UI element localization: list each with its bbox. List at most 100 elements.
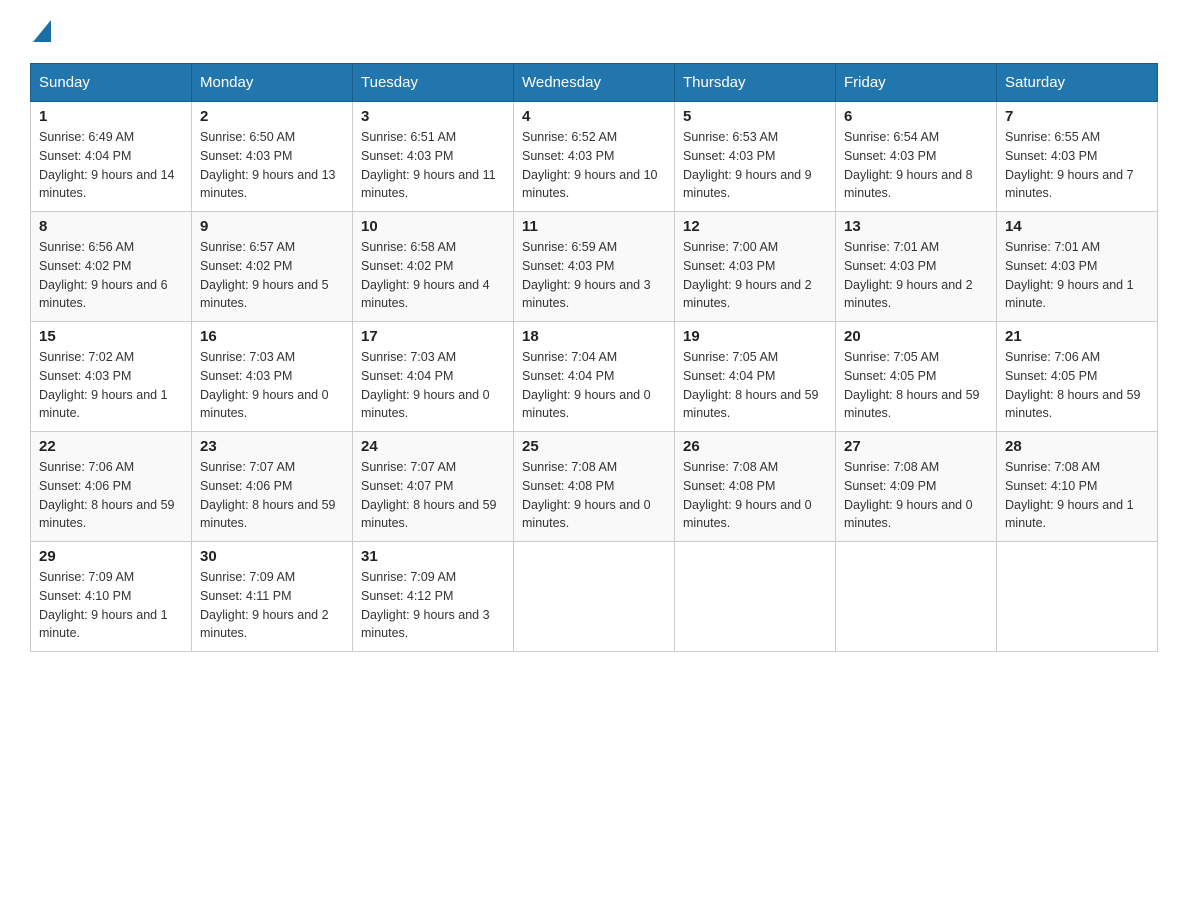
day-info: Sunrise: 7:07 AM Sunset: 4:07 PM Dayligh…: [361, 458, 505, 533]
day-number: 26: [683, 438, 827, 455]
daylight-duration: Daylight: 9 hours and 0 minutes.: [683, 498, 812, 531]
sunrise-time: Sunrise: 6:50 AM: [200, 130, 295, 144]
day-number: 23: [200, 438, 344, 455]
sunrise-time: Sunrise: 7:08 AM: [1005, 460, 1100, 474]
daylight-duration: Daylight: 9 hours and 1 minute.: [39, 388, 168, 421]
sunrise-time: Sunrise: 7:01 AM: [844, 240, 939, 254]
calendar-cell: 13 Sunrise: 7:01 AM Sunset: 4:03 PM Dayl…: [836, 212, 997, 322]
day-number: 2: [200, 108, 344, 125]
daylight-duration: Daylight: 9 hours and 14 minutes.: [39, 168, 175, 201]
day-number: 29: [39, 548, 183, 565]
calendar-cell: 29 Sunrise: 7:09 AM Sunset: 4:10 PM Dayl…: [31, 542, 192, 652]
sunset-time: Sunset: 4:10 PM: [39, 589, 131, 603]
day-info: Sunrise: 7:08 AM Sunset: 4:08 PM Dayligh…: [522, 458, 666, 533]
calendar-cell: 19 Sunrise: 7:05 AM Sunset: 4:04 PM Dayl…: [675, 322, 836, 432]
sunset-time: Sunset: 4:03 PM: [522, 259, 614, 273]
day-number: 1: [39, 108, 183, 125]
sunrise-time: Sunrise: 6:59 AM: [522, 240, 617, 254]
sunrise-time: Sunrise: 7:06 AM: [1005, 350, 1100, 364]
calendar-cell: 20 Sunrise: 7:05 AM Sunset: 4:05 PM Dayl…: [836, 322, 997, 432]
calendar-header-row: Sunday Monday Tuesday Wednesday Thursday…: [31, 64, 1158, 102]
calendar-cell: 23 Sunrise: 7:07 AM Sunset: 4:06 PM Dayl…: [192, 432, 353, 542]
day-info: Sunrise: 6:59 AM Sunset: 4:03 PM Dayligh…: [522, 238, 666, 313]
calendar-cell: 5 Sunrise: 6:53 AM Sunset: 4:03 PM Dayli…: [675, 102, 836, 212]
col-monday: Monday: [192, 64, 353, 102]
calendar-cell: 17 Sunrise: 7:03 AM Sunset: 4:04 PM Dayl…: [353, 322, 514, 432]
day-info: Sunrise: 6:56 AM Sunset: 4:02 PM Dayligh…: [39, 238, 183, 313]
calendar-cell: 25 Sunrise: 7:08 AM Sunset: 4:08 PM Dayl…: [514, 432, 675, 542]
calendar-cell: 24 Sunrise: 7:07 AM Sunset: 4:07 PM Dayl…: [353, 432, 514, 542]
sunrise-time: Sunrise: 7:09 AM: [361, 570, 456, 584]
day-info: Sunrise: 7:08 AM Sunset: 4:10 PM Dayligh…: [1005, 458, 1149, 533]
daylight-duration: Daylight: 9 hours and 10 minutes.: [522, 168, 658, 201]
day-number: 11: [522, 218, 666, 235]
day-info: Sunrise: 7:01 AM Sunset: 4:03 PM Dayligh…: [1005, 238, 1149, 313]
sunrise-time: Sunrise: 7:08 AM: [844, 460, 939, 474]
sunset-time: Sunset: 4:07 PM: [361, 479, 453, 493]
day-number: 14: [1005, 218, 1149, 235]
day-number: 10: [361, 218, 505, 235]
day-info: Sunrise: 6:49 AM Sunset: 4:04 PM Dayligh…: [39, 128, 183, 203]
calendar-cell: [997, 542, 1158, 652]
daylight-duration: Daylight: 9 hours and 1 minute.: [1005, 498, 1134, 531]
sunset-time: Sunset: 4:08 PM: [522, 479, 614, 493]
calendar-cell: 30 Sunrise: 7:09 AM Sunset: 4:11 PM Dayl…: [192, 542, 353, 652]
daylight-duration: Daylight: 9 hours and 0 minutes.: [844, 498, 973, 531]
daylight-duration: Daylight: 9 hours and 9 minutes.: [683, 168, 812, 201]
calendar-week-row: 15 Sunrise: 7:02 AM Sunset: 4:03 PM Dayl…: [31, 322, 1158, 432]
sunrise-time: Sunrise: 6:52 AM: [522, 130, 617, 144]
day-number: 18: [522, 328, 666, 345]
calendar-week-row: 8 Sunrise: 6:56 AM Sunset: 4:02 PM Dayli…: [31, 212, 1158, 322]
day-info: Sunrise: 7:04 AM Sunset: 4:04 PM Dayligh…: [522, 348, 666, 423]
sunset-time: Sunset: 4:03 PM: [200, 369, 292, 383]
sunrise-time: Sunrise: 7:08 AM: [522, 460, 617, 474]
daylight-duration: Daylight: 9 hours and 5 minutes.: [200, 278, 329, 311]
calendar-cell: 16 Sunrise: 7:03 AM Sunset: 4:03 PM Dayl…: [192, 322, 353, 432]
calendar-cell: 18 Sunrise: 7:04 AM Sunset: 4:04 PM Dayl…: [514, 322, 675, 432]
sunset-time: Sunset: 4:03 PM: [844, 259, 936, 273]
day-number: 6: [844, 108, 988, 125]
day-number: 30: [200, 548, 344, 565]
day-info: Sunrise: 7:09 AM Sunset: 4:12 PM Dayligh…: [361, 568, 505, 643]
daylight-duration: Daylight: 9 hours and 0 minutes.: [522, 498, 651, 531]
calendar-cell: 15 Sunrise: 7:02 AM Sunset: 4:03 PM Dayl…: [31, 322, 192, 432]
col-sunday: Sunday: [31, 64, 192, 102]
daylight-duration: Daylight: 9 hours and 11 minutes.: [361, 168, 496, 201]
day-info: Sunrise: 7:08 AM Sunset: 4:08 PM Dayligh…: [683, 458, 827, 533]
calendar-cell: 27 Sunrise: 7:08 AM Sunset: 4:09 PM Dayl…: [836, 432, 997, 542]
day-info: Sunrise: 7:09 AM Sunset: 4:10 PM Dayligh…: [39, 568, 183, 643]
day-number: 7: [1005, 108, 1149, 125]
sunset-time: Sunset: 4:03 PM: [683, 259, 775, 273]
sunset-time: Sunset: 4:03 PM: [683, 149, 775, 163]
calendar-cell: 22 Sunrise: 7:06 AM Sunset: 4:06 PM Dayl…: [31, 432, 192, 542]
sunrise-time: Sunrise: 7:03 AM: [361, 350, 456, 364]
daylight-duration: Daylight: 9 hours and 13 minutes.: [200, 168, 336, 201]
sunset-time: Sunset: 4:03 PM: [522, 149, 614, 163]
sunrise-time: Sunrise: 6:56 AM: [39, 240, 134, 254]
day-info: Sunrise: 7:00 AM Sunset: 4:03 PM Dayligh…: [683, 238, 827, 313]
day-info: Sunrise: 7:06 AM Sunset: 4:05 PM Dayligh…: [1005, 348, 1149, 423]
sunrise-time: Sunrise: 7:05 AM: [683, 350, 778, 364]
calendar-cell: 31 Sunrise: 7:09 AM Sunset: 4:12 PM Dayl…: [353, 542, 514, 652]
daylight-duration: Daylight: 8 hours and 59 minutes.: [39, 498, 175, 531]
sunset-time: Sunset: 4:03 PM: [361, 149, 453, 163]
daylight-duration: Daylight: 8 hours and 59 minutes.: [200, 498, 336, 531]
day-info: Sunrise: 7:05 AM Sunset: 4:04 PM Dayligh…: [683, 348, 827, 423]
sunset-time: Sunset: 4:03 PM: [200, 149, 292, 163]
calendar-cell: [675, 542, 836, 652]
calendar-week-row: 29 Sunrise: 7:09 AM Sunset: 4:10 PM Dayl…: [31, 542, 1158, 652]
calendar-cell: 21 Sunrise: 7:06 AM Sunset: 4:05 PM Dayl…: [997, 322, 1158, 432]
sunrise-time: Sunrise: 6:58 AM: [361, 240, 456, 254]
sunrise-time: Sunrise: 7:01 AM: [1005, 240, 1100, 254]
day-info: Sunrise: 7:05 AM Sunset: 4:05 PM Dayligh…: [844, 348, 988, 423]
logo-triangle-icon: [33, 20, 51, 47]
sunrise-time: Sunrise: 6:53 AM: [683, 130, 778, 144]
calendar-cell: 6 Sunrise: 6:54 AM Sunset: 4:03 PM Dayli…: [836, 102, 997, 212]
day-info: Sunrise: 6:51 AM Sunset: 4:03 PM Dayligh…: [361, 128, 505, 203]
day-number: 27: [844, 438, 988, 455]
calendar-cell: 12 Sunrise: 7:00 AM Sunset: 4:03 PM Dayl…: [675, 212, 836, 322]
calendar-cell: 26 Sunrise: 7:08 AM Sunset: 4:08 PM Dayl…: [675, 432, 836, 542]
calendar-cell: 1 Sunrise: 6:49 AM Sunset: 4:04 PM Dayli…: [31, 102, 192, 212]
daylight-duration: Daylight: 9 hours and 4 minutes.: [361, 278, 490, 311]
sunrise-time: Sunrise: 6:54 AM: [844, 130, 939, 144]
